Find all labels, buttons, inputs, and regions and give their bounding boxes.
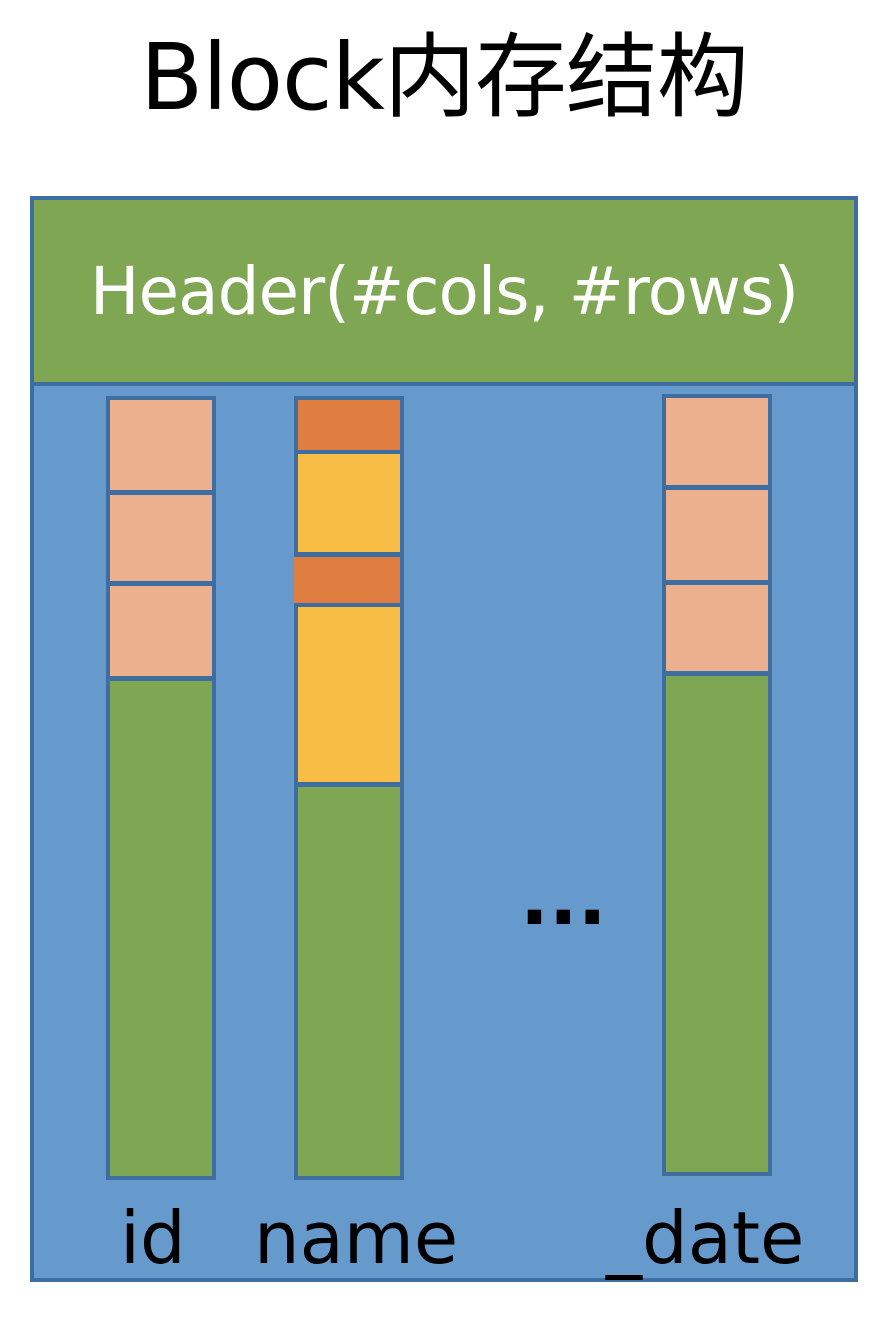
more-columns-ellipsis: ... <box>520 853 607 942</box>
column-date <box>662 394 772 1176</box>
column-label-name: name <box>254 1196 459 1280</box>
name-size-cell <box>298 400 400 454</box>
column-id <box>106 396 216 1180</box>
block-header: Header(#cols, #rows) <box>34 200 854 386</box>
column-label-date: _date <box>606 1196 805 1280</box>
id-value-cell <box>110 586 212 681</box>
date-value-cell <box>666 398 768 490</box>
date-value-cell <box>666 490 768 585</box>
id-value-cell <box>110 495 212 586</box>
column-label-id: id <box>120 1196 186 1280</box>
id-value-cell <box>110 400 212 495</box>
name-string-cell <box>298 454 400 557</box>
header-label: Header(#cols, #rows) <box>89 252 799 330</box>
diagram-title: Block内存结构 <box>140 24 749 131</box>
date-value-cell <box>666 585 768 676</box>
column-name <box>294 396 404 1180</box>
name-string-cell <box>298 607 400 787</box>
name-size-cell <box>294 557 400 607</box>
